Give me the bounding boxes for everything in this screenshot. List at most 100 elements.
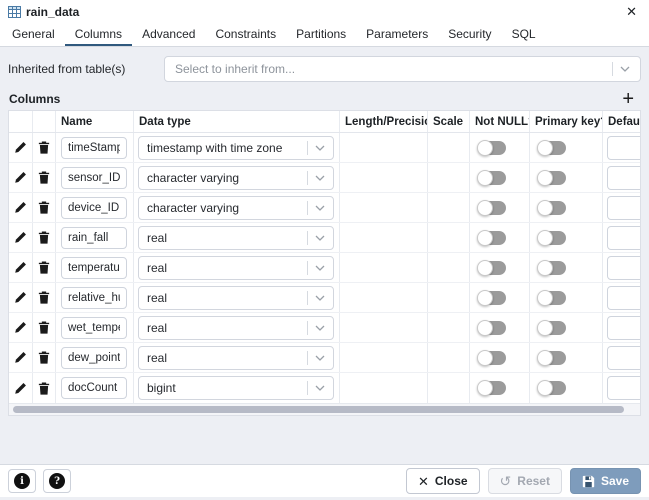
columns-grid-body: timestamp with time zone xyxy=(9,133,640,403)
default-input[interactable] xyxy=(607,256,641,280)
column-header-primarykey: Primary key? xyxy=(530,111,603,132)
not-null-toggle[interactable] xyxy=(478,351,506,365)
not-null-toggle[interactable] xyxy=(478,381,506,395)
help-button[interactable]: ? xyxy=(43,469,71,493)
edit-row-button[interactable] xyxy=(12,319,29,336)
column-name-input[interactable] xyxy=(61,197,127,219)
data-type-select[interactable]: character varying xyxy=(138,166,334,190)
delete-row-button[interactable] xyxy=(36,259,52,276)
tab-general[interactable]: General xyxy=(2,23,65,46)
delete-row-button[interactable] xyxy=(36,289,52,306)
save-button[interactable]: Save xyxy=(570,468,641,494)
not-null-toggle[interactable] xyxy=(478,201,506,215)
not-null-toggle[interactable] xyxy=(478,171,506,185)
primary-key-toggle[interactable] xyxy=(538,291,566,305)
data-type-value: timestamp with time zone xyxy=(147,141,282,155)
data-type-select[interactable]: real xyxy=(138,226,334,250)
not-null-toggle[interactable] xyxy=(478,261,506,275)
not-null-toggle[interactable] xyxy=(478,231,506,245)
column-name-input[interactable] xyxy=(61,227,127,249)
delete-row-button[interactable] xyxy=(36,229,52,246)
column-header-edit xyxy=(9,111,33,132)
columns-grid: Name Data type Length/Precision Scale No… xyxy=(8,110,641,416)
column-name-input[interactable] xyxy=(61,257,127,279)
delete-row-button[interactable] xyxy=(36,380,52,397)
tab-constraints[interactable]: Constraints xyxy=(205,23,286,46)
info-button[interactable]: i xyxy=(8,469,36,493)
tab-columns[interactable]: Columns xyxy=(65,23,132,46)
scale-cell xyxy=(428,223,470,252)
default-input[interactable] xyxy=(607,196,641,220)
edit-row-button[interactable] xyxy=(12,199,29,216)
default-input[interactable] xyxy=(607,316,641,340)
column-name-input[interactable] xyxy=(61,317,127,339)
edit-row-button[interactable] xyxy=(12,380,29,397)
column-name-input[interactable] xyxy=(61,167,127,189)
delete-row-button[interactable] xyxy=(36,199,52,216)
not-null-toggle[interactable] xyxy=(478,321,506,335)
default-input[interactable] xyxy=(607,136,641,160)
pencil-icon xyxy=(14,261,27,274)
data-type-select[interactable]: timestamp with time zone xyxy=(138,136,334,160)
data-type-value: character varying xyxy=(147,201,239,215)
column-header-name: Name xyxy=(56,111,134,132)
primary-key-toggle[interactable] xyxy=(538,261,566,275)
not-null-toggle[interactable] xyxy=(478,141,506,155)
close-button[interactable]: ✕ Close xyxy=(406,468,480,494)
edit-row-button[interactable] xyxy=(12,169,29,186)
edit-row-button[interactable] xyxy=(12,229,29,246)
trash-icon xyxy=(38,171,50,184)
edit-row-button[interactable] xyxy=(12,259,29,276)
delete-row-button[interactable] xyxy=(36,349,52,366)
default-input[interactable] xyxy=(607,376,641,400)
column-header-delete xyxy=(33,111,56,132)
reset-button[interactable]: ↺ Reset xyxy=(488,468,562,494)
default-input[interactable] xyxy=(607,166,641,190)
data-type-select[interactable]: bigint xyxy=(138,376,334,400)
not-null-toggle[interactable] xyxy=(478,291,506,305)
primary-key-toggle[interactable] xyxy=(538,321,566,335)
trash-icon xyxy=(38,291,50,304)
data-type-select[interactable]: real xyxy=(138,256,334,280)
primary-key-toggle[interactable] xyxy=(538,141,566,155)
column-name-input[interactable] xyxy=(61,137,127,159)
data-type-select[interactable]: real xyxy=(138,286,334,310)
tab-sql[interactable]: SQL xyxy=(502,23,546,46)
primary-key-toggle[interactable] xyxy=(538,351,566,365)
table-icon xyxy=(8,6,21,18)
primary-key-toggle[interactable] xyxy=(538,231,566,245)
delete-row-button[interactable] xyxy=(36,319,52,336)
default-input[interactable] xyxy=(607,286,641,310)
default-input[interactable] xyxy=(607,226,641,250)
edit-row-button[interactable] xyxy=(12,139,29,156)
pencil-icon xyxy=(14,201,27,214)
data-type-value: real xyxy=(147,261,167,275)
trash-icon xyxy=(38,141,50,154)
close-icon[interactable]: ✕ xyxy=(626,5,637,18)
primary-key-toggle[interactable] xyxy=(538,381,566,395)
default-input[interactable] xyxy=(607,346,641,370)
column-name-input[interactable] xyxy=(61,287,127,309)
column-name-input[interactable] xyxy=(61,377,127,399)
delete-row-button[interactable] xyxy=(36,139,52,156)
info-icon: i xyxy=(14,473,30,489)
inherited-from-select[interactable]: Select to inherit from... xyxy=(164,56,641,82)
length-precision-cell xyxy=(340,133,428,162)
data-type-select[interactable]: character varying xyxy=(138,196,334,220)
data-type-select[interactable]: real xyxy=(138,346,334,370)
column-name-input[interactable] xyxy=(61,347,127,369)
tab-parameters[interactable]: Parameters xyxy=(356,23,438,46)
pencil-icon xyxy=(14,231,27,244)
edit-row-button[interactable] xyxy=(12,289,29,306)
edit-row-button[interactable] xyxy=(12,349,29,366)
delete-row-button[interactable] xyxy=(36,169,52,186)
primary-key-toggle[interactable] xyxy=(538,201,566,215)
primary-key-toggle[interactable] xyxy=(538,171,566,185)
data-type-select[interactable]: real xyxy=(138,316,334,340)
add-column-button[interactable]: + xyxy=(616,90,640,108)
horizontal-scrollbar-thumb[interactable] xyxy=(13,406,624,413)
tab-partitions[interactable]: Partitions xyxy=(286,23,356,46)
tab-security[interactable]: Security xyxy=(438,23,501,46)
column-header-scale: Scale xyxy=(428,111,470,132)
tab-advanced[interactable]: Advanced xyxy=(132,23,205,46)
